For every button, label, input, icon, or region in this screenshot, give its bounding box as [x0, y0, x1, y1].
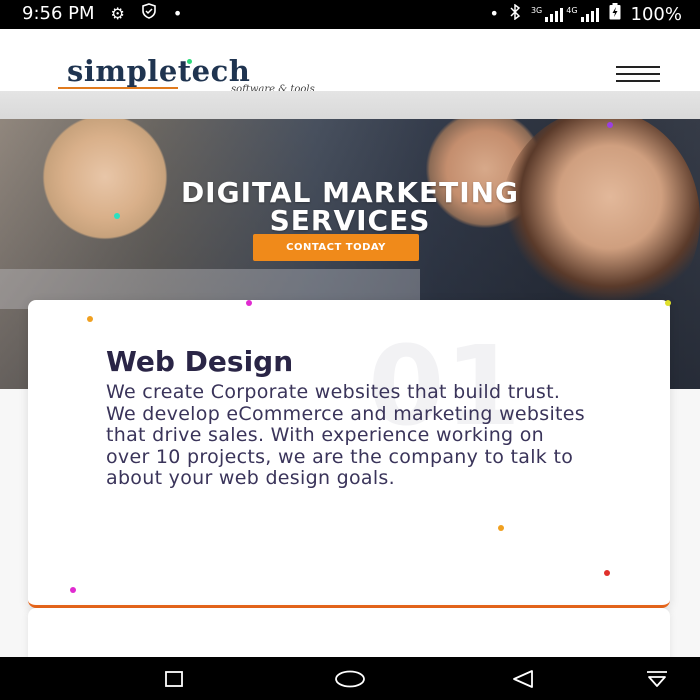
hero-title-line1: DIGITAL MARKETING — [180, 176, 520, 209]
confetti-dot — [87, 316, 93, 322]
dot-icon: • — [172, 3, 183, 23]
confetti-dot — [665, 300, 671, 306]
notification-icon[interactable] — [645, 669, 669, 693]
battery-level: 100% — [630, 3, 682, 25]
bluetooth-icon — [509, 3, 521, 25]
recents-icon[interactable] — [165, 671, 183, 691]
confetti-dot — [607, 122, 613, 128]
dot-icon: • — [489, 4, 499, 23]
confetti-dot — [114, 213, 120, 219]
confetti-dot — [604, 570, 610, 576]
home-icon[interactable] — [334, 670, 366, 692]
logo-accent-dot — [187, 59, 192, 64]
back-icon[interactable] — [511, 669, 535, 693]
network-4g-label: 4G — [566, 6, 578, 15]
confetti-dot — [498, 525, 504, 531]
battery-icon — [609, 3, 621, 25]
shield-icon — [141, 3, 157, 24]
confetti-dot — [246, 300, 252, 306]
signal-icon: 3G 4G — [531, 6, 599, 22]
menu-icon[interactable] — [616, 66, 660, 84]
logo[interactable]: simpletech — [67, 54, 250, 88]
contact-today-button[interactable]: CONTACT TODAY — [253, 234, 419, 261]
card-description: We create Corporate websites that build … — [106, 381, 585, 489]
android-nav-bar — [0, 657, 700, 700]
logo-underline — [58, 87, 178, 89]
header-shadow-band — [0, 91, 700, 119]
hero-title: DIGITAL MARKETING SERVICES — [0, 179, 700, 235]
network-3g-label: 3G — [530, 6, 543, 15]
site-header: simpletech software & tools — [0, 29, 700, 95]
status-bar: 9:56 PM ⚙ • • 3G 4G 100% — [0, 0, 700, 29]
service-card-web-design: 01 Web Design We create Corporate websit… — [28, 300, 670, 608]
confetti-dot — [70, 587, 76, 593]
hero-title-line2: SERVICES — [269, 204, 431, 237]
card-title: Web Design — [106, 345, 294, 378]
status-time: 9:56 PM — [22, 3, 95, 24]
settings-icon: ⚙ — [110, 3, 125, 23]
